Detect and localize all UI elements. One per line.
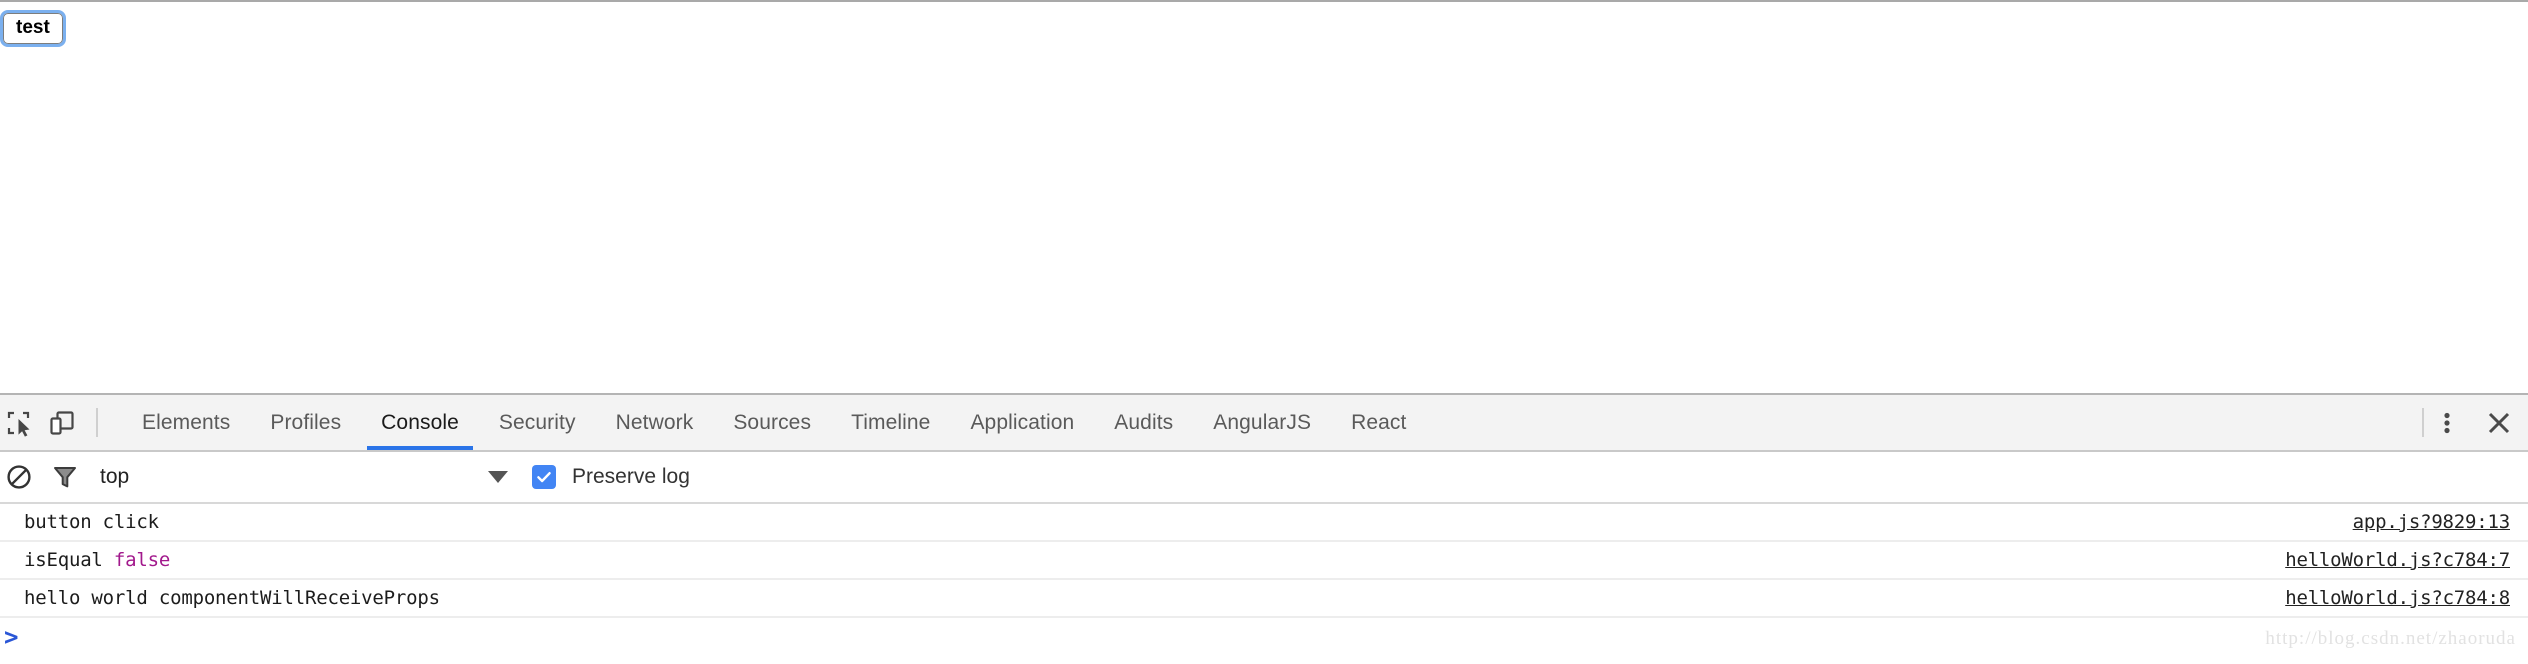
tab-console[interactable]: Console (361, 395, 479, 450)
tab-label: AngularJS (1213, 411, 1311, 435)
tab-timeline[interactable]: Timeline (831, 395, 950, 450)
tab-label: Audits (1114, 411, 1173, 435)
toolbar-right-group (2422, 395, 2528, 450)
toolbar-divider (96, 408, 98, 437)
tab-label: Security (499, 411, 576, 435)
tab-label: Console (381, 411, 459, 435)
tab-audits[interactable]: Audits (1094, 395, 1193, 450)
tab-label: Sources (733, 411, 811, 435)
console-message-text: button click (24, 511, 159, 533)
clear-console-icon[interactable] (0, 464, 38, 490)
execution-context-select[interactable]: top (100, 451, 528, 503)
tab-angularjs[interactable]: AngularJS (1193, 395, 1331, 450)
tab-label: Elements (142, 411, 230, 435)
preserve-log-toggle[interactable]: Preserve log (532, 465, 690, 489)
tab-security[interactable]: Security (479, 395, 596, 450)
console-input[interactable] (18, 618, 2528, 656)
console-source-link[interactable]: helloWorld.js?c784:8 (2285, 587, 2510, 609)
web-page-viewport: test (0, 0, 2528, 393)
console-message-prefix: hello world componentWillReceiveProps (24, 587, 440, 609)
devtools-toolbar: Elements Profiles Console Security Netwo… (0, 395, 2528, 452)
tab-label: Network (616, 411, 694, 435)
tab-label: React (1351, 411, 1406, 435)
tab-label: Timeline (851, 411, 930, 435)
test-button[interactable]: test (3, 13, 63, 44)
preserve-log-checkbox[interactable] (532, 465, 556, 489)
tab-profiles[interactable]: Profiles (250, 395, 361, 450)
console-source-link[interactable]: helloWorld.js?c784:7 (2285, 549, 2510, 571)
close-icon[interactable] (2470, 395, 2528, 450)
console-message-row[interactable]: isEqual false helloWorld.js?c784:7 (0, 542, 2528, 580)
console-filter-bar: top Preserve log (0, 452, 2528, 504)
console-message-prefix: button click (24, 511, 159, 533)
console-message-text: isEqual false (24, 549, 170, 571)
device-toolbar-icon[interactable] (44, 395, 80, 450)
console-message-prefix: isEqual (24, 549, 114, 571)
prompt-chevron-icon: > (4, 625, 18, 649)
console-message-list: button click app.js?9829:13 isEqual fals… (0, 504, 2528, 618)
tab-network[interactable]: Network (596, 395, 714, 450)
execution-context-value: top (100, 465, 129, 489)
inspect-element-icon[interactable] (2, 395, 38, 450)
tab-elements[interactable]: Elements (122, 395, 250, 450)
devtools-tab-strip: Elements Profiles Console Security Netwo… (122, 395, 1426, 450)
more-options-icon[interactable] (2424, 395, 2470, 450)
console-message-row[interactable]: hello world componentWillReceiveProps he… (0, 580, 2528, 618)
console-message-text: hello world componentWillReceiveProps (24, 587, 440, 609)
devtools-panel: Elements Profiles Console Security Netwo… (0, 393, 2528, 664)
tab-label: Profiles (270, 411, 341, 435)
tab-sources[interactable]: Sources (713, 395, 831, 450)
console-prompt-row[interactable]: > http://blog.csdn.net/zhaoruda (0, 618, 2528, 656)
tab-react[interactable]: React (1331, 395, 1426, 450)
tab-application[interactable]: Application (950, 395, 1094, 450)
tab-label: Application (970, 411, 1074, 435)
filter-funnel-icon[interactable] (44, 464, 86, 490)
watermark-text: http://blog.csdn.net/zhaoruda (2265, 628, 2516, 650)
chevron-down-icon (488, 471, 508, 483)
console-message-row[interactable]: button click app.js?9829:13 (0, 504, 2528, 542)
console-source-link[interactable]: app.js?9829:13 (2353, 511, 2510, 533)
preserve-log-label: Preserve log (572, 465, 690, 489)
console-message-boolean-value: false (114, 549, 170, 571)
